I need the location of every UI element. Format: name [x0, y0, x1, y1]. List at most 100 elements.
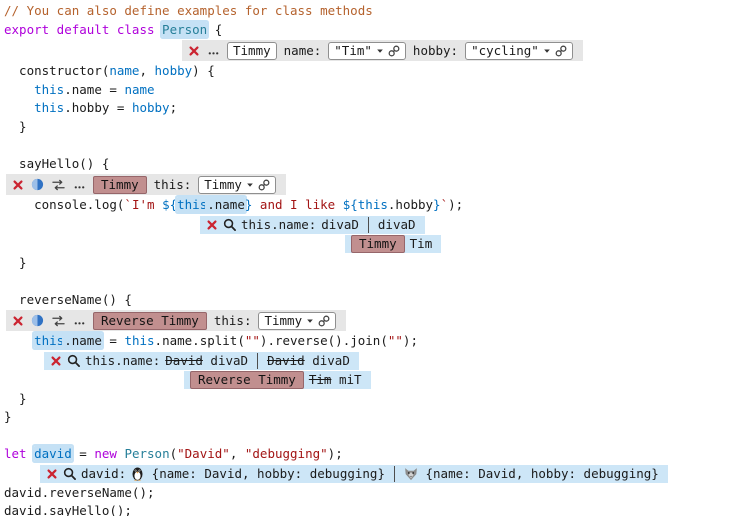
code-token: david.reverseName();: [4, 485, 155, 500]
code-token: "David": [177, 446, 230, 461]
code-token: .hobby: [388, 197, 433, 212]
code-token: Person: [124, 446, 169, 461]
this-select[interactable]: Timmy: [258, 312, 336, 330]
close-icon[interactable]: [46, 468, 58, 480]
probe-value-text: divaD: [378, 217, 416, 232]
code-token: .name: [207, 197, 245, 212]
search-icon[interactable]: [63, 467, 76, 480]
code-line: [4, 427, 749, 446]
link-icon[interactable]: [318, 315, 330, 327]
separator: [368, 217, 369, 233]
code-line: }: [4, 408, 749, 427]
code-token: `: [441, 197, 449, 212]
code-line: [4, 136, 749, 155]
code-token: }: [4, 409, 12, 424]
param-select[interactable]: "Tim": [328, 42, 406, 60]
code-token: hobby: [132, 100, 170, 115]
code-token: name: [109, 63, 139, 78]
probe-value: {name: David, hobby: debugging}: [131, 466, 385, 481]
code-token: );: [448, 197, 463, 212]
link-icon[interactable]: [388, 45, 400, 57]
chevron-down-icon: [306, 317, 314, 325]
probe: this.name:David divaDDavid divaDReverse …: [44, 352, 749, 389]
probe-value-text: David: [165, 353, 203, 368]
code-token: sayHello() {: [4, 156, 109, 171]
code-line: david.reverseName();: [4, 484, 749, 503]
code-token: =: [102, 333, 125, 348]
code-line: reverseName() {: [4, 291, 749, 310]
code-token: "": [245, 333, 260, 348]
chevron-down-icon: [376, 47, 384, 55]
code-token: ,: [139, 63, 154, 78]
param-select[interactable]: "cycling": [465, 42, 573, 60]
toggle-icon[interactable]: [31, 314, 44, 327]
search-icon[interactable]: [67, 354, 80, 367]
code-token: reverseName() {: [4, 292, 132, 307]
close-icon[interactable]: [12, 315, 24, 327]
param-label: hobby:: [413, 43, 458, 58]
probe-value: {name: David, hobby: debugging}: [404, 466, 659, 481]
code-token: export default class: [4, 22, 155, 37]
toggle-icon[interactable]: [31, 178, 44, 191]
probe-value-text: David: [267, 353, 305, 368]
code-token: Person: [162, 22, 207, 37]
probe-value-text: miT: [331, 372, 361, 387]
code-line: david.sayHello();: [4, 502, 749, 516]
code-line: }: [4, 254, 749, 273]
code-token: new: [94, 446, 117, 461]
chevron-down-icon: [246, 181, 254, 189]
method-example-widget: Reverse Timmythis:Timmy: [6, 310, 346, 331]
example-pill[interactable]: Timmy: [93, 176, 147, 194]
code-token: console.log(: [4, 197, 124, 212]
code-token: "": [388, 333, 403, 348]
link-icon[interactable]: [258, 179, 270, 191]
code-line: // You can also define examples for clas…: [4, 2, 749, 21]
code-token: ;: [170, 100, 178, 115]
method-example-row: Timmy this: Timmy: [4, 174, 749, 195]
param-select-value: "cycling": [471, 43, 539, 58]
search-icon[interactable]: [223, 218, 236, 231]
method-example-row: Reverse Timmythis:Timmy: [4, 310, 749, 331]
example-name-input[interactable]: Timmy: [227, 42, 277, 60]
probe-label: this.name:: [85, 353, 160, 368]
probe-value-text: Tim: [309, 372, 332, 387]
probe-value: Tim miT: [309, 372, 362, 387]
more-icon[interactable]: [73, 315, 86, 327]
more-icon[interactable]: [73, 179, 86, 191]
probe-value: David divaD: [165, 353, 248, 368]
this-select[interactable]: Timmy: [198, 176, 276, 194]
probe-panel: this.name:David divaDDavid divaD: [44, 352, 359, 370]
chevron-down-icon: [543, 47, 551, 55]
code-token: .hobby =: [64, 100, 132, 115]
probe: david: {name: David, hobby: debugging} {…: [40, 465, 749, 483]
example-pill: Timmy: [351, 235, 405, 253]
code-token: [155, 22, 163, 37]
penguin-icon: [131, 466, 144, 481]
code-line: console.log(`I'm ${this.name} and I like…: [4, 196, 749, 215]
code-editor: // You can also define examples for clas…: [0, 0, 749, 516]
code-token: david: [34, 446, 72, 461]
close-icon[interactable]: [206, 219, 218, 231]
probe-value-text: {name: David, hobby: debugging}: [144, 466, 385, 481]
code-line: sayHello() {: [4, 155, 749, 174]
swap-icon[interactable]: [51, 179, 66, 191]
code-line: }: [4, 118, 749, 137]
swap-icon[interactable]: [51, 315, 66, 327]
probe-label: this.name:: [241, 217, 316, 232]
code-token: {: [207, 22, 222, 37]
probe-value-text: divaD: [305, 353, 350, 368]
more-icon[interactable]: [207, 45, 220, 57]
code-token: this: [34, 100, 64, 115]
link-icon[interactable]: [555, 45, 567, 57]
code-token: ) {: [192, 63, 215, 78]
this-label: this:: [154, 177, 192, 192]
close-icon[interactable]: [188, 45, 200, 57]
this-select-value: Timmy: [264, 313, 302, 328]
code-line: }: [4, 390, 749, 409]
close-icon[interactable]: [12, 179, 24, 191]
close-icon[interactable]: [50, 355, 62, 367]
example-pill[interactable]: Reverse Timmy: [93, 312, 207, 330]
code-token: ${: [162, 197, 177, 212]
code-token: =: [72, 446, 95, 461]
code-token: this: [34, 82, 64, 97]
